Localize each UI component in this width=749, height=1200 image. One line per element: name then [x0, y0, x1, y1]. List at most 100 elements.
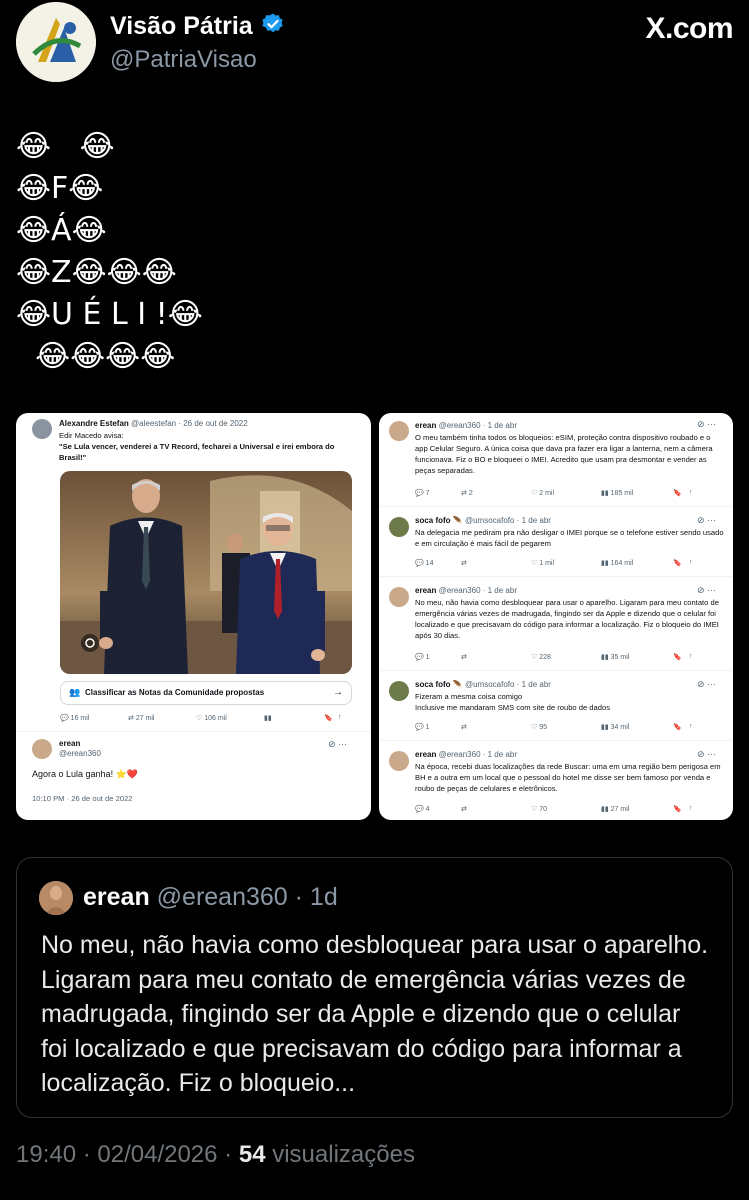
action-bar: 💬 1 ⇄ ♡ 228 ▮▮ 35 mil 🔖 ↑	[415, 653, 725, 661]
avatar	[389, 517, 409, 537]
repost-count[interactable]: ⇄ 2	[461, 489, 531, 497]
more-icon[interactable]: ⊘ ···	[697, 679, 716, 690]
quoted-tweet[interactable]: erean @erean360 · 1d No meu, não havia c…	[16, 857, 733, 1118]
share-icon[interactable]: ↑	[338, 714, 342, 722]
tweet-line: 😂Á😂	[16, 213, 107, 248]
action-bar: 💬 7 ⇄ 2 ♡ 2 mil ▮▮ 185 mil 🔖 ↑	[415, 489, 725, 497]
action-bar: 💬 4 ⇄ ♡ 70 ▮▮ 27 mil 🔖 ↑	[415, 805, 725, 813]
site-logo: X.com	[645, 12, 733, 45]
like-count[interactable]: ♡ 106 mil	[196, 714, 264, 722]
bookmark-icon[interactable]: 🔖	[673, 489, 689, 497]
quoted-handle[interactable]: @erean360	[157, 883, 288, 911]
quoted-time: · 1d	[294, 883, 338, 911]
like-count[interactable]: ♡ 228	[531, 653, 601, 661]
people-icon: 👥	[69, 687, 81, 697]
tweet-text: 😂 😂 😂F😂 😂Á😂 😂Z😂😂😂 😂U É L I !😂 😂😂😂😂	[16, 126, 203, 378]
avatar	[389, 421, 409, 441]
tweet-line: 😂U É L I !😂	[16, 297, 203, 332]
action-bar: 💬 16 mil ⇄ 27 mil ♡ 106 mil ▮▮ 🔖 ↑	[60, 714, 352, 722]
post-author: erean @erean360 · 1 de abr	[415, 586, 517, 595]
action-bar: 💬 14 ⇄ ♡ 1 mil ▮▮ 164 mil 🔖 ↑	[415, 559, 725, 567]
repost-icon[interactable]: ⇄	[461, 559, 531, 567]
view-count[interactable]: ▮▮ 35 mil	[601, 653, 673, 661]
reply-count[interactable]: 💬 1	[415, 653, 461, 661]
share-icon[interactable]: ↑	[689, 653, 693, 661]
post-text: No meu, não havia como desbloquear para …	[415, 598, 719, 640]
views-label: visualizações	[265, 1141, 415, 1168]
profile-avatar[interactable]	[16, 2, 96, 82]
share-icon[interactable]: ↑	[689, 723, 693, 731]
repost-count[interactable]: ⇄ 27 mil	[128, 714, 196, 722]
post-text: O meu também tinha todos os bloqueios: e…	[415, 433, 713, 475]
reply-text: Agora o Lula ganha! ⭐❤️	[32, 769, 138, 779]
quoted-avatar[interactable]	[39, 881, 73, 915]
quoted-header: erean @erean360 · 1d	[83, 883, 338, 912]
reply-count[interactable]: 💬 4	[415, 805, 461, 813]
tweet-line: 😂 😂	[16, 129, 115, 164]
action-bar: 💬 1 ⇄ ♡ 95 ▮▮ 34 mil 🔖 ↑	[415, 723, 725, 731]
screenshot-right[interactable]: erean @erean360 · 1 de abr ⊘ ··· O meu t…	[379, 413, 733, 820]
bookmark-icon[interactable]: 🔖	[673, 559, 689, 567]
divider	[379, 506, 733, 507]
more-icon[interactable]: ⊘ ···	[697, 419, 716, 430]
reply-timestamp: 10:10 PM · 26 de out de 2022	[32, 794, 133, 803]
repost-icon[interactable]: ⇄	[461, 723, 531, 731]
like-count[interactable]: ♡ 2 mil	[531, 489, 601, 497]
divider	[16, 731, 371, 732]
more-icon[interactable]: ⊘ ···	[697, 749, 716, 760]
more-icon[interactable]: ⊘ ···	[697, 515, 716, 526]
repost-icon[interactable]: ⇄	[461, 653, 531, 661]
tweet-media[interactable]: Alexandre Estefan @aleestefan · 26 de ou…	[16, 413, 733, 820]
views-icon[interactable]: ▮▮	[264, 714, 324, 722]
screenshot-left[interactable]: Alexandre Estefan @aleestefan · 26 de ou…	[16, 413, 371, 820]
like-count[interactable]: ♡ 70	[531, 805, 601, 813]
view-count[interactable]: ▮▮ 34 mil	[601, 723, 673, 731]
view-count[interactable]: ▮▮ 27 mil	[601, 805, 673, 813]
post-author: erean @erean360 · 1 de abr	[415, 421, 517, 430]
reply-count[interactable]: 💬 1	[415, 723, 461, 731]
reply-count[interactable]: 💬 16 mil	[60, 714, 128, 722]
repost-icon[interactable]: ⇄	[461, 805, 531, 813]
timestamp[interactable]: 19:40 · 02/04/2026 ·	[16, 1141, 239, 1168]
post-author: soca fofo 🪶 @umsocafofo · 1 de abr	[415, 680, 551, 689]
tweet-line: 😂Z😂😂😂	[16, 255, 177, 290]
avatar	[32, 739, 52, 759]
display-name[interactable]: Visão Pátria	[110, 12, 253, 41]
reply-count[interactable]: 💬 14	[415, 559, 461, 567]
bookmark-icon[interactable]: 🔖	[673, 723, 689, 731]
reply-handle: @erean360	[59, 749, 101, 758]
like-count[interactable]: ♡ 95	[531, 723, 601, 731]
share-icon[interactable]: ↑	[689, 805, 693, 813]
share-icon[interactable]: ↑	[689, 559, 693, 567]
tweet-line: 😂😂😂😂	[16, 339, 176, 374]
view-count: 54	[238, 1141, 266, 1168]
divider	[379, 670, 733, 671]
quoted-author[interactable]: erean	[83, 883, 150, 911]
tweet-header: Visão Pátria @PatriaVisao X.com	[16, 2, 733, 86]
tweet-footer: 19:40 · 02/04/2026 · 54 visualizações	[16, 1141, 415, 1169]
avatar	[389, 751, 409, 771]
more-icon[interactable]: ⊘ ···	[697, 585, 716, 596]
post-text-line: Edir Macedo avisa:	[59, 431, 124, 440]
share-icon[interactable]: ↑	[689, 489, 693, 497]
bookmark-icon[interactable]: 🔖	[673, 653, 689, 661]
like-count[interactable]: ♡ 1 mil	[531, 559, 601, 567]
post-author: Alexandre Estefan @aleestefan · 26 de ou…	[59, 419, 248, 428]
view-count[interactable]: ▮▮ 185 mil	[601, 489, 673, 497]
avatar	[389, 681, 409, 701]
community-notes-button[interactable]: 👥 Classificar as Notas da Comunidade pro…	[60, 681, 352, 705]
verified-badge-icon	[261, 12, 285, 41]
post-text: Na época, recebi duas localizações da re…	[415, 762, 721, 793]
bookmark-icon[interactable]: 🔖	[324, 714, 338, 722]
post-author: soca fofo 🪶 @umsocafofo · 1 de abr	[415, 516, 551, 525]
arrow-right-icon: →	[333, 687, 343, 698]
avatar	[32, 419, 52, 439]
divider	[379, 576, 733, 577]
reply-author: erean	[59, 739, 81, 748]
more-icon[interactable]: ⊘ ···	[328, 739, 347, 750]
user-handle[interactable]: @PatriaVisao	[110, 46, 257, 74]
post-text-quote: "Se Lula vencer, venderei a TV Record, f…	[59, 442, 335, 462]
view-count[interactable]: ▮▮ 164 mil	[601, 559, 673, 567]
reply-count[interactable]: 💬 7	[415, 489, 461, 497]
bookmark-icon[interactable]: 🔖	[673, 805, 689, 813]
